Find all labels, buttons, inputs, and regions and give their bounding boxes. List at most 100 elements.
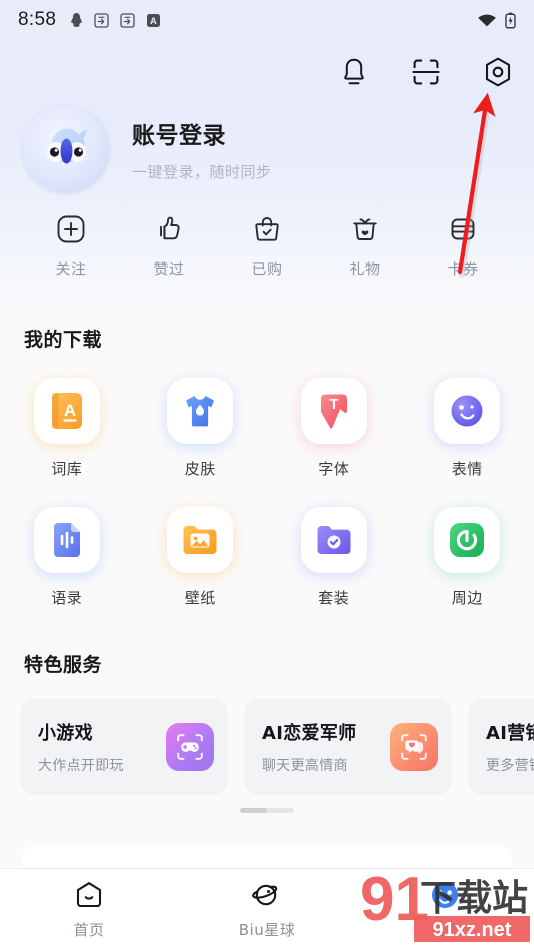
- downloads-grid: A 词库 皮肤 T 字体 表情 语录 壁纸 套装 周边: [0, 378, 534, 608]
- services-section-title: 特色服务: [24, 654, 103, 676]
- suite-tile: [300, 507, 367, 573]
- gamepad-icon: [166, 723, 214, 771]
- bag-check-icon: [252, 212, 282, 246]
- quick-entries-row: 关注 赞过 已购 礼物 卡券: [0, 212, 534, 279]
- download-item-label: 周边: [451, 589, 483, 607]
- plus-square-icon: [56, 212, 86, 246]
- download-item-yulu[interactable]: 语录: [0, 507, 134, 608]
- downloads-section-title: 我的下载: [24, 329, 103, 351]
- download-item-label: 字体: [318, 460, 350, 478]
- battery-icon: [505, 12, 516, 28]
- quick-entry-label: 卡券: [447, 260, 479, 278]
- peripheral-power-icon: [450, 523, 485, 557]
- nav-item-home[interactable]: 首页: [0, 880, 178, 940]
- pagination-thumb: [240, 808, 267, 813]
- service-card-subtitle: 更多营销技巧: [486, 758, 534, 774]
- nav-item-label: 首页: [73, 920, 105, 939]
- quick-entry-coupon[interactable]: 卡券: [421, 212, 505, 279]
- letter-a-icon: A: [147, 13, 161, 27]
- download-item-label: 壁纸: [184, 589, 216, 607]
- download-item-taozhuang[interactable]: 套装: [267, 507, 401, 608]
- profile-title: 账号登录: [132, 123, 226, 149]
- download-item-label: 语录: [51, 589, 83, 607]
- peripheral-tile: [434, 507, 501, 573]
- download-item-biaoqing[interactable]: 表情: [401, 378, 534, 479]
- service-card-minigame[interactable]: 小游戏 大作点开即玩: [20, 699, 228, 795]
- dictionary-icon: A: [51, 393, 82, 429]
- profile-subtitle: 一键登录，随时同步: [132, 163, 272, 181]
- avatar-mascot-icon: [22, 105, 110, 193]
- dictionary-tile: A: [33, 378, 100, 444]
- status-bar: 8:58 A: [0, 0, 534, 40]
- skin-tile: [167, 378, 234, 444]
- emoji-face-icon: [451, 395, 483, 427]
- scan-icon: [412, 59, 440, 85]
- service-card-title: 小游戏: [38, 723, 93, 744]
- avatar[interactable]: [22, 105, 110, 193]
- service-card-title: AI营销助手: [486, 723, 534, 744]
- wallpaper-folder-icon: [183, 526, 217, 554]
- font-tile: T: [300, 378, 367, 444]
- header-actions: [332, 50, 520, 94]
- wifi-icon: [478, 14, 496, 26]
- status-bar-time: 8:58: [18, 9, 57, 30]
- quote-doc-icon: [53, 523, 80, 557]
- scan-button[interactable]: [404, 50, 448, 94]
- download-item-label: 皮肤: [184, 460, 216, 478]
- nav-item-label: Biu星球: [238, 920, 296, 939]
- planet-icon: [251, 880, 283, 910]
- bottom-navigation: 首页 Biu星球 我的: [0, 868, 534, 950]
- download-item-label: 词库: [51, 460, 83, 478]
- download-item-pifu[interactable]: 皮肤: [134, 378, 268, 479]
- settings-gear-icon: [485, 57, 511, 87]
- service-card-texts: 小游戏 大作点开即玩: [38, 719, 156, 775]
- tshirt-skin-icon: [186, 396, 215, 427]
- service-card-ai-love[interactable]: AI恋爱军师 聊天更高情商: [244, 699, 452, 795]
- service-card-subtitle: 聊天更高情商: [262, 758, 348, 774]
- services-carousel[interactable]: 小游戏 大作点开即玩 AI恋爱军师 聊天更高情商 AI营 更多营: [0, 699, 534, 795]
- notification-bell-button[interactable]: [332, 50, 376, 94]
- nav-item-biu-planet[interactable]: Biu星球: [178, 880, 356, 940]
- quick-entry-follow[interactable]: 关注: [29, 212, 113, 279]
- quick-entry-label: 关注: [55, 260, 87, 278]
- quick-entry-label: 已购: [251, 260, 283, 278]
- emoji-tile: [434, 378, 501, 444]
- status-bar-left-icons: A: [70, 12, 161, 28]
- chat-heart-icon: [390, 723, 438, 771]
- quick-entry-purchased[interactable]: 已购: [225, 212, 309, 279]
- download-item-label: 套装: [318, 589, 350, 607]
- svg-text:T: T: [329, 396, 338, 413]
- settings-button[interactable]: [476, 50, 520, 94]
- suite-folder-icon: [317, 526, 351, 554]
- card-coupon-icon: [448, 212, 478, 246]
- download-item-ziti[interactable]: T 字体: [267, 378, 401, 479]
- home-icon: [74, 880, 104, 910]
- services-pagination[interactable]: [0, 808, 534, 813]
- app-screen: 8:58 A 账号登录 一键登录，随时同步 关注 赞过 已购 礼物 卡券 我的下…: [0, 0, 534, 950]
- svg-text:A: A: [64, 401, 76, 420]
- service-card-texts: AI营销助手 更多营销技巧: [486, 719, 534, 775]
- quick-entry-label: 礼物: [349, 260, 381, 278]
- nav-item-profile[interactable]: 我的: [356, 880, 534, 940]
- service-card-ai-marketing[interactable]: AI营销助手 更多营销技巧: [468, 699, 534, 795]
- quote-tile: [33, 507, 100, 573]
- nav-item-label: 我的: [429, 920, 461, 939]
- quick-entry-gift[interactable]: 礼物: [323, 212, 407, 279]
- services-section: 特色服务 小游戏 大作点开即玩 AI恋爱军师 聊天更高情商 AI营 更多营: [0, 650, 534, 795]
- profile-avatar-icon: [430, 880, 460, 910]
- service-card-texts: AI恋爱军师 聊天更高情商: [262, 719, 380, 775]
- screenshot-icon: [120, 12, 135, 28]
- status-bar-right-icons: [477, 12, 516, 29]
- thumbs-up-icon: [154, 212, 184, 246]
- download-item-cidian[interactable]: A 词库: [0, 378, 134, 479]
- profile-row[interactable]: 账号登录 一键登录，随时同步: [22, 105, 272, 193]
- service-card-title: AI恋爱军师: [262, 723, 357, 744]
- service-card-subtitle: 大作点开即玩: [38, 758, 124, 774]
- quick-entry-liked[interactable]: 赞过: [127, 212, 211, 279]
- wallpaper-tile: [167, 507, 234, 573]
- download-item-bizhi[interactable]: 壁纸: [134, 507, 268, 608]
- qq-icon: [71, 13, 82, 27]
- pagination-track: [240, 808, 294, 813]
- download-item-zhoubian[interactable]: 周边: [401, 507, 534, 608]
- font-bookmark-icon: T: [320, 394, 347, 429]
